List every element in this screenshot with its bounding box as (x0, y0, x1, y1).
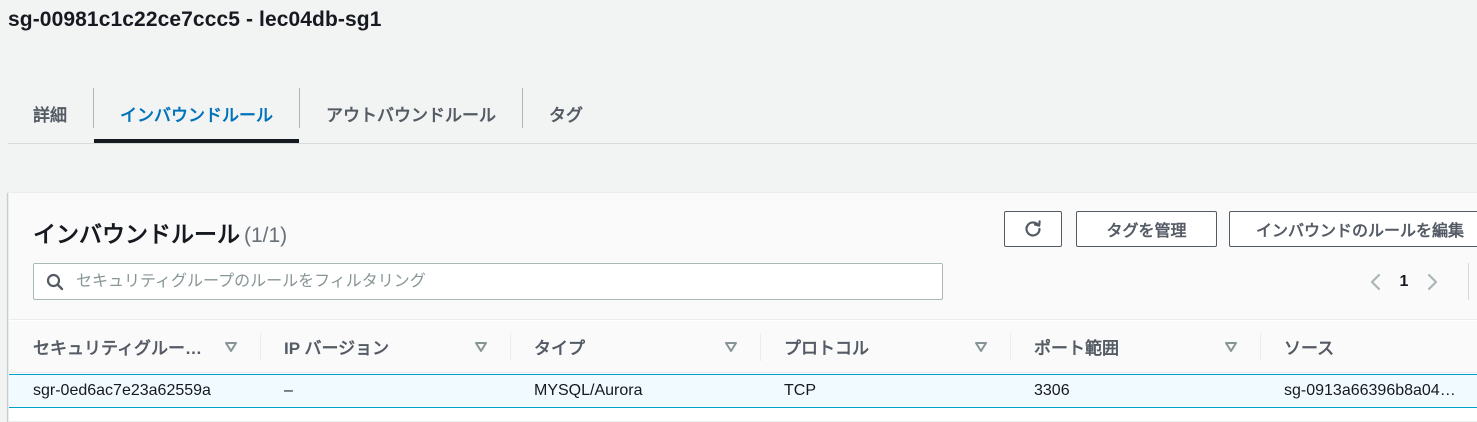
tab-bar: 詳細 インバウンドルール アウトバウンドルール タグ (8, 84, 1477, 143)
refresh-button[interactable] (1004, 211, 1062, 247)
chevron-left-icon (1370, 273, 1381, 291)
column-header-label: プロトコル (784, 339, 869, 358)
column-header-rule-id[interactable]: セキュリティグルー… (9, 321, 260, 372)
chevron-right-icon (1427, 273, 1438, 291)
next-page-button[interactable] (1417, 272, 1447, 292)
pagination-divider (1468, 263, 1469, 300)
cell-port-range: 3306 (1034, 382, 1070, 399)
cell-ip-version: – (284, 382, 293, 399)
tab-inbound-rules[interactable]: インバウンドルール (94, 84, 299, 143)
panel-header: インバウンドルール (1/1) タグを管理 インバウンドのルールを編集 セキュリ… (9, 193, 1477, 320)
column-header-type[interactable]: タイプ (510, 321, 760, 372)
table-header: セキュリティグルー… IP バージョン タイプ プロトコル ポート範囲 ソース (9, 321, 1477, 373)
panel-title: インバウンドルール (1/1) (33, 215, 287, 249)
sort-icon (225, 342, 237, 352)
sort-icon (1225, 342, 1237, 352)
panel-title-text: インバウンドルール (33, 221, 240, 247)
current-page-number[interactable]: 1 (1391, 273, 1417, 291)
pagination: 1 (1361, 267, 1447, 297)
column-header-label: ソース (1284, 339, 1335, 358)
manage-tags-button[interactable]: タグを管理 (1076, 211, 1217, 247)
column-header-label: IP バージョン (284, 339, 390, 358)
cell-protocol: TCP (784, 382, 816, 399)
column-header-source[interactable]: ソース (1260, 321, 1477, 372)
column-header-label: セキュリティグルー… (33, 339, 202, 358)
table-row[interactable]: sgr-0ed6ac7e23a62559a – MYSQL/Aurora TCP… (9, 374, 1477, 408)
tabs-underline (8, 143, 1477, 144)
cell-type: MYSQL/Aurora (534, 382, 643, 399)
cell-source: sg-0913a66396b8a04… (1284, 382, 1456, 399)
refresh-icon (1025, 220, 1041, 237)
search-input[interactable] (70, 264, 942, 299)
column-header-port-range[interactable]: ポート範囲 (1010, 321, 1260, 372)
search-icon (34, 264, 70, 299)
sort-icon (975, 342, 987, 352)
column-header-protocol[interactable]: プロトコル (760, 321, 1010, 372)
column-header-label: ポート範囲 (1034, 339, 1119, 358)
inbound-rules-panel: インバウンドルール (1/1) タグを管理 インバウンドのルールを編集 セキュリ… (8, 192, 1477, 422)
search-field[interactable] (33, 263, 943, 300)
rule-count: (1/1) (244, 224, 288, 247)
page-title: sg-00981c1c22ce7ccc5 - lec04db-sg1 (8, 8, 382, 31)
tab-outbound-rules[interactable]: アウトバウンドルール (300, 84, 522, 143)
cell-rule-id: sgr-0ed6ac7e23a62559a (33, 382, 211, 399)
tab-details[interactable]: 詳細 (8, 84, 93, 143)
column-header-ip-version[interactable]: IP バージョン (260, 321, 510, 372)
previous-page-button[interactable] (1361, 272, 1391, 292)
sort-icon (725, 342, 737, 352)
tab-tags[interactable]: タグ (523, 84, 609, 143)
sort-icon (475, 342, 487, 352)
column-header-label: タイプ (534, 339, 585, 358)
edit-inbound-rules-button[interactable]: インバウンドのルールを編集 (1229, 211, 1477, 247)
